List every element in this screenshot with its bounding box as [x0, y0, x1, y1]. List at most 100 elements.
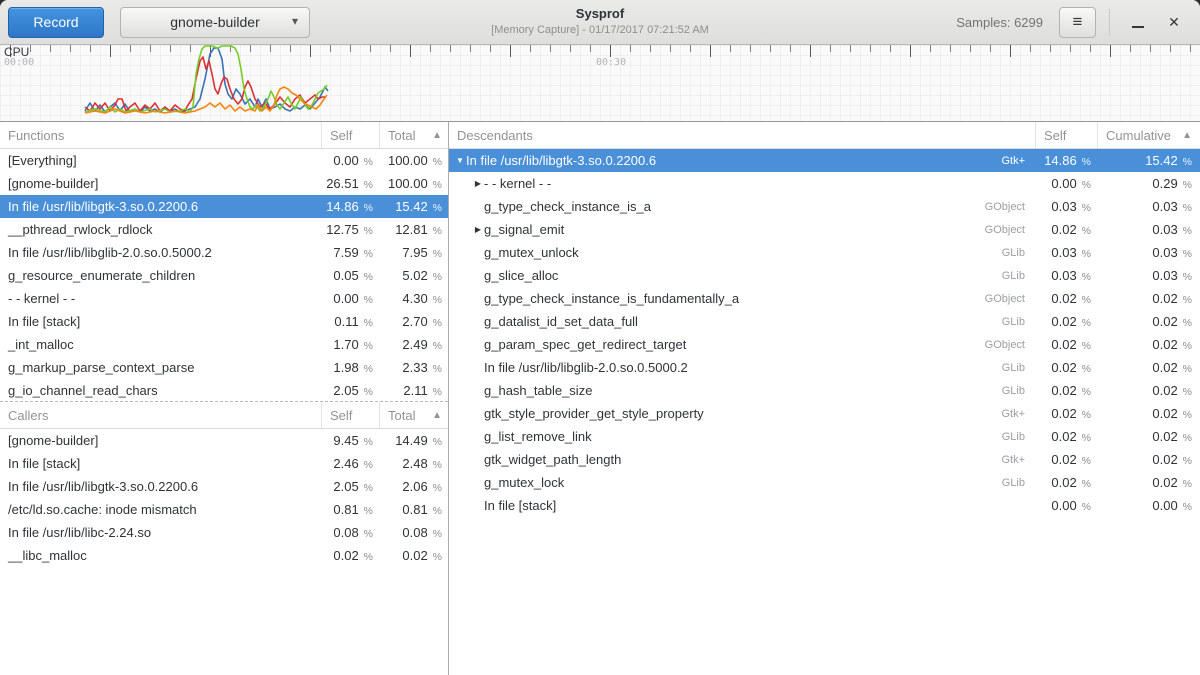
total-column-header[interactable]: Total ▲: [379, 122, 448, 148]
percent-sign: %: [430, 436, 442, 448]
percent-sign: %: [430, 271, 442, 283]
close-button[interactable]: ✕: [1156, 4, 1192, 40]
table-row[interactable]: ▶- - kernel - -0.00 %0.29 %: [449, 172, 1200, 195]
table-row[interactable]: _int_malloc1.70 %2.49 %: [0, 333, 448, 356]
expander-closed-icon[interactable]: ▶: [467, 225, 484, 234]
cell-percent-value: 0.03 %: [1097, 245, 1200, 260]
table-row[interactable]: g_mutex_unlockGLib0.03 %0.03 %: [449, 241, 1200, 264]
self-column-header[interactable]: Self: [321, 122, 379, 148]
table-row[interactable]: g_resource_enumerate_children0.05 %5.02 …: [0, 264, 448, 287]
percent-sign: %: [430, 528, 442, 540]
percent-sign: %: [1180, 409, 1192, 421]
expander-open-icon[interactable]: ▼: [449, 156, 466, 165]
cell-percent-value: 0.02 %: [1097, 360, 1200, 375]
cell-percent-value: 0.11 %: [321, 314, 379, 329]
percent-sign: %: [361, 317, 373, 329]
table-row[interactable]: [gnome-builder]9.45 %14.49 %: [0, 429, 448, 452]
record-button[interactable]: Record: [8, 7, 104, 38]
percent-sign: %: [1079, 271, 1091, 283]
cell-percent-value: 0.03 %: [1035, 245, 1097, 260]
cell-function-name: __pthread_rwlock_rdlock: [0, 222, 321, 237]
cell-function-name: In file [stack]: [484, 498, 1025, 513]
cell-function-name: g_type_check_instance_is_fundamentally_a: [484, 291, 985, 306]
percent-sign: %: [1180, 432, 1192, 444]
expander-closed-icon[interactable]: ▶: [467, 179, 484, 188]
table-row[interactable]: In file [stack]0.11 %2.70 %: [0, 310, 448, 333]
cell-function-name: g_resource_enumerate_children: [0, 268, 321, 283]
self-column-header[interactable]: Self: [1035, 122, 1097, 148]
table-row[interactable]: g_io_channel_read_chars2.05 %2.11 %: [0, 379, 448, 401]
total-column-header[interactable]: Total ▲: [379, 402, 448, 428]
callers-column-header[interactable]: Callers: [0, 402, 321, 428]
cell-percent-value: 0.02 %: [1035, 406, 1097, 421]
cell-function-name: In file /usr/lib/libglib-2.0.so.0.5000.2: [0, 245, 321, 260]
table-row[interactable]: [gnome-builder]26.51 %100.00 %: [0, 172, 448, 195]
cell-percent-value: 0.02 %: [1097, 475, 1200, 490]
cell-percent-value: 0.02 %: [1035, 429, 1097, 444]
cell-percent-value: 0.02 %: [1097, 291, 1200, 306]
table-row[interactable]: g_list_remove_linkGLib0.02 %0.02 %: [449, 425, 1200, 448]
table-row[interactable]: In file /usr/lib/libglib-2.0.so.0.5000.2…: [449, 356, 1200, 379]
self-column-header[interactable]: Self: [321, 402, 379, 428]
table-row[interactable]: /etc/ld.so.cache: inode mismatch0.81 %0.…: [0, 498, 448, 521]
table-row[interactable]: g_mutex_lockGLib0.02 %0.02 %: [449, 471, 1200, 494]
cell-function-name: In file /usr/lib/libglib-2.0.so.0.5000.2: [484, 360, 1002, 375]
table-row[interactable]: __libc_malloc0.02 %0.02 %: [0, 544, 448, 567]
table-row[interactable]: g_type_check_instance_is_aGObject0.03 %0…: [449, 195, 1200, 218]
cell-percent-value: 7.59 %: [321, 245, 379, 260]
cumulative-column-header[interactable]: Cumulative ▲: [1097, 122, 1200, 148]
cell-library-tag: Gtk+: [1001, 155, 1025, 167]
cell-percent-value: 0.02 %: [1097, 337, 1200, 352]
cell-percent-value: 0.02 %: [321, 548, 379, 563]
table-row[interactable]: In file /usr/lib/libgtk-3.so.0.2200.62.0…: [0, 475, 448, 498]
cell-library-tag: GObject: [985, 201, 1025, 213]
cell-percent-value: 0.02 %: [1097, 429, 1200, 444]
cell-percent-value: 2.49 %: [379, 337, 448, 352]
table-row[interactable]: g_slice_allocGLib0.03 %0.03 %: [449, 264, 1200, 287]
cell-library-tag: GObject: [985, 339, 1025, 351]
table-row[interactable]: g_type_check_instance_is_fundamentally_a…: [449, 287, 1200, 310]
table-row[interactable]: In file /usr/lib/libglib-2.0.so.0.5000.2…: [0, 241, 448, 264]
process-selector-dropdown[interactable]: gnome-builder ▾: [120, 7, 310, 38]
table-row[interactable]: g_datalist_id_set_data_fullGLib0.02 %0.0…: [449, 310, 1200, 333]
table-row[interactable]: In file /usr/lib/libc-2.24.so0.08 %0.08 …: [0, 521, 448, 544]
menu-button[interactable]: ≡: [1059, 7, 1096, 38]
percent-sign: %: [1079, 294, 1091, 306]
percent-sign: %: [1180, 478, 1192, 490]
minimize-button[interactable]: [1120, 4, 1156, 40]
table-row[interactable]: g_hash_table_sizeGLib0.02 %0.02 %: [449, 379, 1200, 402]
cell-function-name: __libc_malloc: [0, 548, 321, 563]
cell-percent-value: 2.05 %: [321, 479, 379, 494]
table-row[interactable]: ▶g_signal_emitGObject0.02 %0.03 %: [449, 218, 1200, 241]
cell-percent-value: 100.00 %: [379, 176, 448, 191]
percent-sign: %: [1079, 248, 1091, 260]
cell-function-name: In file /usr/lib/libc-2.24.so: [0, 525, 321, 540]
descendants-column-header[interactable]: Descendants: [449, 122, 1035, 148]
table-row[interactable]: __pthread_rwlock_rdlock12.75 %12.81 %: [0, 218, 448, 241]
cell-percent-value: 9.45 %: [321, 433, 379, 448]
cell-percent-value: 0.02 %: [1035, 337, 1097, 352]
callers-table-header: Callers Self Total ▲: [0, 402, 448, 429]
table-row[interactable]: gtk_widget_path_lengthGtk+0.02 %0.02 %: [449, 448, 1200, 471]
table-row[interactable]: - - kernel - -0.00 %4.30 %: [0, 287, 448, 310]
cell-function-name: In file /usr/lib/libgtk-3.so.0.2200.6: [0, 479, 321, 494]
cell-function-name: g_signal_emit: [484, 222, 985, 237]
percent-sign: %: [430, 225, 442, 237]
functions-column-header[interactable]: Functions: [0, 122, 321, 148]
table-row[interactable]: In file [stack]0.00 %0.00 %: [449, 494, 1200, 517]
time-tick-start: 00:00: [4, 57, 34, 68]
percent-sign: %: [1079, 501, 1091, 513]
table-row[interactable]: [Everything]0.00 %100.00 %: [0, 149, 448, 172]
sort-indicator-icon: ▲: [432, 130, 442, 141]
table-row[interactable]: g_param_spec_get_redirect_targetGObject0…: [449, 333, 1200, 356]
cpu-usage-graph[interactable]: CPU 00:00 00:30: [0, 45, 1200, 121]
cell-function-name: In file [stack]: [0, 314, 321, 329]
percent-sign: %: [1180, 294, 1192, 306]
descendants-table-header: Descendants Self Cumulative ▲: [449, 122, 1200, 149]
minimize-icon: [1132, 26, 1144, 28]
table-row[interactable]: ▼In file /usr/lib/libgtk-3.so.0.2200.6Gt…: [449, 149, 1200, 172]
table-row[interactable]: gtk_style_provider_get_style_propertyGtk…: [449, 402, 1200, 425]
table-row[interactable]: g_markup_parse_context_parse1.98 %2.33 %: [0, 356, 448, 379]
table-row[interactable]: In file /usr/lib/libgtk-3.so.0.2200.614.…: [0, 195, 448, 218]
table-row[interactable]: In file [stack]2.46 %2.48 %: [0, 452, 448, 475]
